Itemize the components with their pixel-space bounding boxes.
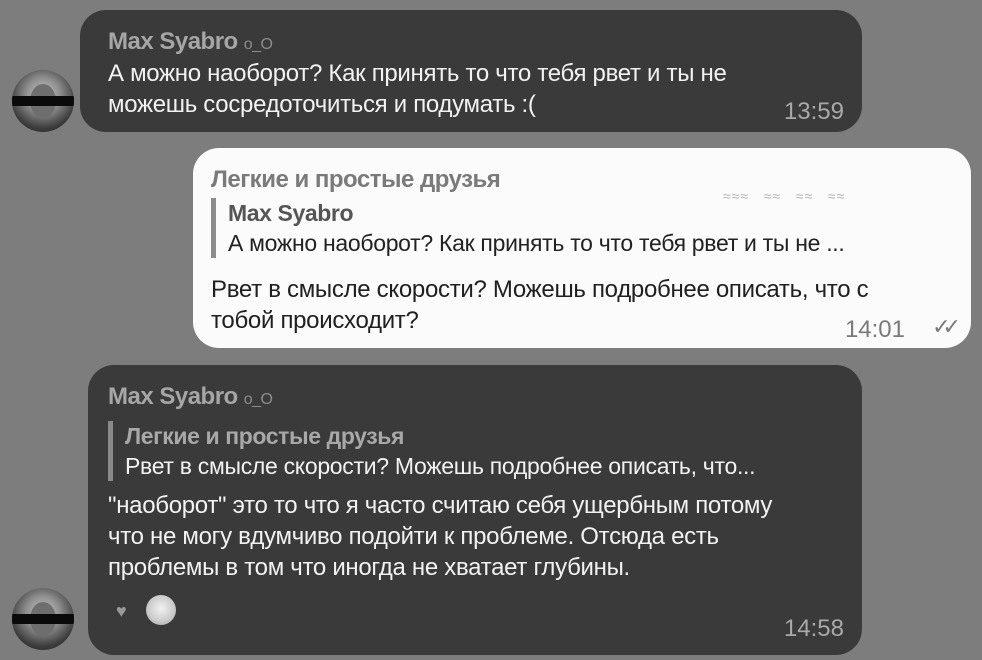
sender-name[interactable]: Max Syabro o_O xyxy=(108,383,273,411)
quoted-message[interactable]: Max Syabro А можно наоборот? Как принять… xyxy=(211,198,845,258)
message-time: 14:58 xyxy=(783,615,844,642)
heart-icon: ♥ xyxy=(116,601,127,621)
message-bubble-incoming[interactable]: Max Syabro o_O Легкие и простые друзья Рв… xyxy=(88,365,862,655)
avatar-censor-bar xyxy=(12,614,74,624)
message-bubble-incoming[interactable]: Max Syabro o_O А можно наоборот? Как прин… xyxy=(80,10,862,132)
message-text: А можно наоборот? Как принять то что теб… xyxy=(108,60,727,118)
sender-status: o_O xyxy=(243,391,273,408)
decorative-emoji-pattern: ≈≈≈ ≈≈ ≈≈ ≈≈ xyxy=(723,188,846,204)
avatar-censor-bar xyxy=(12,96,74,106)
message-bubble-outgoing[interactable]: Легкие и простые друзья Max Syabro А мож… xyxy=(193,148,971,348)
quoted-text: А можно наоборот? Как принять то что теб… xyxy=(228,230,845,256)
quoted-message[interactable]: Легкие и простые друзья Рвет в смысле ск… xyxy=(108,421,756,481)
sender-avatar[interactable] xyxy=(12,70,74,132)
message-text: Рвет в смысле скорости? Можешь подробнее… xyxy=(211,276,869,334)
message-text: "наоборот" это то что я часто считаю себ… xyxy=(108,492,773,581)
message-time: 13:59 xyxy=(783,98,844,125)
message-time: 14:01 xyxy=(844,316,905,343)
reply-author-name: Легкие и простые друзья xyxy=(211,166,501,193)
sender-status: o_O xyxy=(243,36,273,53)
quoted-text: Рвет в смысле скорости? Можешь подробнее… xyxy=(125,453,756,479)
sender-name[interactable]: Max Syabro o_O xyxy=(108,28,273,56)
sender-avatar[interactable] xyxy=(12,588,74,650)
quoted-sender: Легкие и простые друзья xyxy=(125,423,405,449)
reaction-user-avatar xyxy=(146,595,176,625)
double-check-icon: ✓✓ xyxy=(932,314,961,339)
